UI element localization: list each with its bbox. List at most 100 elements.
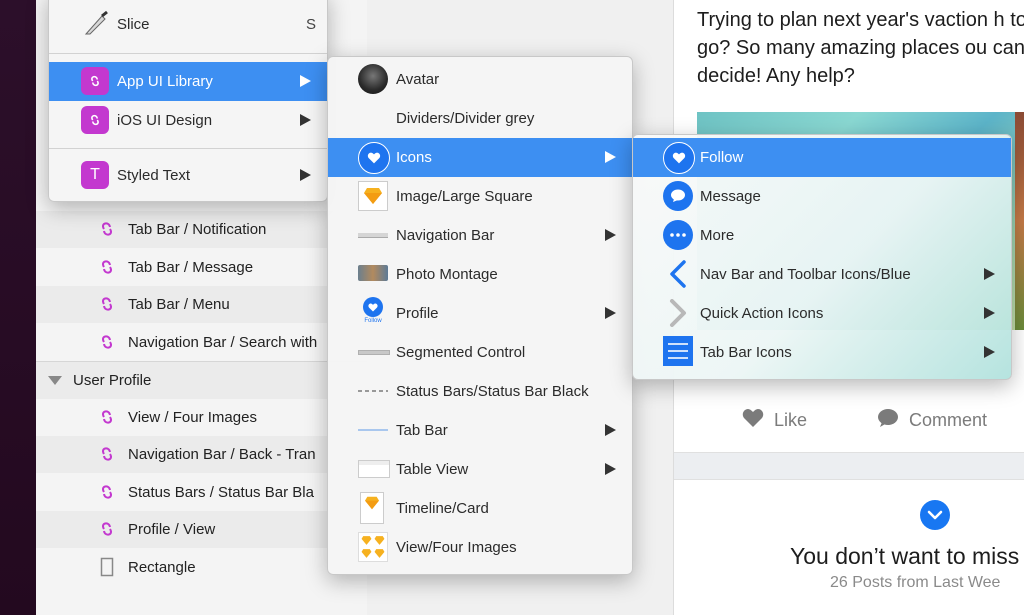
post-text: Trying to plan next year's vaction h to … (697, 9, 1024, 87)
menu-item-label: Segmented Control (396, 344, 526, 361)
menu-item-status-bars[interactable]: Status Bars/Status Bar Black (328, 372, 632, 411)
feed-divider (674, 452, 1024, 480)
follow-thumbnail: Follow (360, 297, 386, 329)
menu-item-label: Timeline/Card (396, 500, 489, 517)
menu-item-icons[interactable]: Icons (328, 138, 632, 177)
layer-label: Tab Bar / Notification (128, 221, 267, 238)
avatar-thumbnail (358, 64, 388, 94)
comment-button[interactable]: Comment (877, 408, 987, 433)
menu-item-label: Nav Bar and Toolbar Icons/Blue (700, 266, 911, 283)
menu-item-nav-bar-toolbar-icons[interactable]: Nav Bar and Toolbar Icons/Blue (633, 255, 1011, 294)
menu-item-ios-ui-design[interactable]: iOS UI Design (49, 101, 327, 140)
disclosure-triangle-icon[interactable] (48, 376, 62, 385)
symbol-icon (96, 408, 118, 430)
submenu-arrow-icon (300, 114, 311, 126)
layer-row[interactable]: Tab Bar / Notification (36, 211, 367, 248)
menu-item-label: Tab Bar (396, 422, 448, 439)
comment-label: Comment (909, 410, 988, 430)
menu-item-table-view[interactable]: Table View (328, 450, 632, 489)
menu-item-follow[interactable]: Follow (633, 138, 1011, 177)
layer-row[interactable]: Tab Bar / Menu (36, 286, 367, 323)
four-images-thumbnail (358, 532, 388, 562)
heart-circle-icon (663, 142, 695, 174)
layer-row[interactable]: Tab Bar / Message (36, 249, 367, 286)
menu-item-label: Table View (396, 461, 469, 478)
tab-bar-thumbnail (358, 429, 388, 431)
layer-label: View / Four Images (128, 409, 257, 426)
menu-item-tab-bar[interactable]: Tab Bar (328, 411, 632, 450)
menu-item-label: Image/Large Square (396, 188, 533, 205)
menu-item-label: More (700, 227, 735, 244)
chevron-down-icon[interactable] (920, 500, 950, 530)
message-bubble-icon (663, 181, 693, 211)
menu-item-avatar[interactable]: Avatar (328, 60, 632, 99)
layer-row[interactable]: View / Four Images (36, 399, 367, 436)
text-style-icon: T (81, 161, 109, 189)
menu-item-label: App UI Library (117, 73, 213, 90)
layer-group-row[interactable]: User Profile (36, 361, 367, 399)
submenu-arrow-icon (605, 229, 616, 241)
menu-item-label: Slice (117, 16, 150, 33)
knife-icon (82, 10, 110, 42)
symbol-library-icon (81, 106, 109, 134)
more-dots-icon (663, 220, 693, 250)
submenu-arrow-icon (300, 75, 311, 87)
menu-item-profile[interactable]: Follow Profile (328, 294, 632, 333)
layer-row[interactable]: Navigation Bar / Search with (36, 324, 367, 361)
menu-item-image-large-square[interactable]: Image/Large Square (328, 177, 632, 216)
menu-item-label: Icons (396, 149, 432, 166)
layer-row[interactable]: Navigation Bar / Back - Tran (36, 436, 367, 473)
menu-item-timeline-card[interactable]: Timeline/Card (328, 489, 632, 528)
menu-item-label: Quick Action Icons (700, 305, 824, 322)
menu-item-label: Tab Bar Icons (700, 344, 792, 361)
menu-item-slice[interactable]: Slice S (49, 5, 327, 44)
submenu-arrow-icon (300, 169, 311, 181)
menu-item-label: iOS UI Design (117, 112, 213, 129)
menu-item-styled-text[interactable]: T Styled Text (49, 156, 327, 195)
menu-item-label: Dividers/Divider grey (396, 110, 535, 127)
post-photo-secondary (1015, 112, 1024, 330)
insert-menu: Slice S App UI Library iOS UI Design T S… (48, 0, 328, 202)
symbol-library-icon (81, 67, 109, 95)
menu-item-message[interactable]: Message (633, 177, 1011, 216)
symbol-icon (96, 520, 118, 542)
like-button[interactable]: Like (742, 408, 807, 433)
menu-item-app-ui-library[interactable]: App UI Library (49, 62, 327, 101)
layer-row[interactable]: Status Bars / Status Bar Bla (36, 474, 367, 511)
layer-row[interactable]: Rectangle (36, 549, 367, 586)
heart-circle-icon (363, 297, 383, 317)
menu-item-label: Photo Montage (396, 266, 498, 283)
symbol-icon (96, 483, 118, 505)
menu-item-photo-montage[interactable]: Photo Montage (328, 255, 632, 294)
segmented-thumbnail (358, 350, 390, 355)
layer-label: Navigation Bar / Search with (128, 334, 318, 351)
menu-item-label: Follow (700, 149, 744, 166)
menu-item-more[interactable]: More (633, 216, 1011, 255)
suggestion-title: You don’t want to miss (790, 543, 1020, 569)
sketch-diamond-icon (358, 181, 388, 211)
table-view-thumbnail (358, 460, 390, 478)
menu-item-tab-bar-icons[interactable]: Tab Bar Icons (633, 333, 1011, 372)
comment-icon (877, 408, 899, 433)
menu-item-segmented-control[interactable]: Segmented Control (328, 333, 632, 372)
layer-label: Profile / View (128, 521, 216, 538)
menu-separator (49, 53, 327, 54)
menu-item-dividers[interactable]: Dividers/Divider grey (328, 99, 632, 138)
follow-caption: Follow (364, 318, 382, 324)
submenu-arrow-icon (605, 151, 616, 163)
icons-submenu: Follow Message More Nav Bar and Toolbar … (632, 134, 1012, 380)
sketch-diamond-icon (360, 492, 384, 524)
menu-item-view-four-images[interactable]: View/Four Images (328, 528, 632, 567)
layer-row[interactable]: Profile / View (36, 511, 367, 548)
menu-item-label: Navigation Bar (396, 227, 495, 244)
menu-item-label: Profile (396, 305, 439, 322)
symbol-icon (96, 333, 118, 355)
symbol-icon (96, 258, 118, 280)
menu-item-navigation-bar[interactable]: Navigation Bar (328, 216, 632, 255)
layer-label: Rectangle (128, 559, 196, 576)
menu-item-quick-action-icons[interactable]: Quick Action Icons (633, 294, 1011, 333)
heart-icon (742, 408, 764, 433)
layer-label: Tab Bar / Message (128, 259, 254, 276)
chevron-right-icon (669, 299, 687, 331)
menu-item-label: Status Bars/Status Bar Black (396, 383, 589, 400)
